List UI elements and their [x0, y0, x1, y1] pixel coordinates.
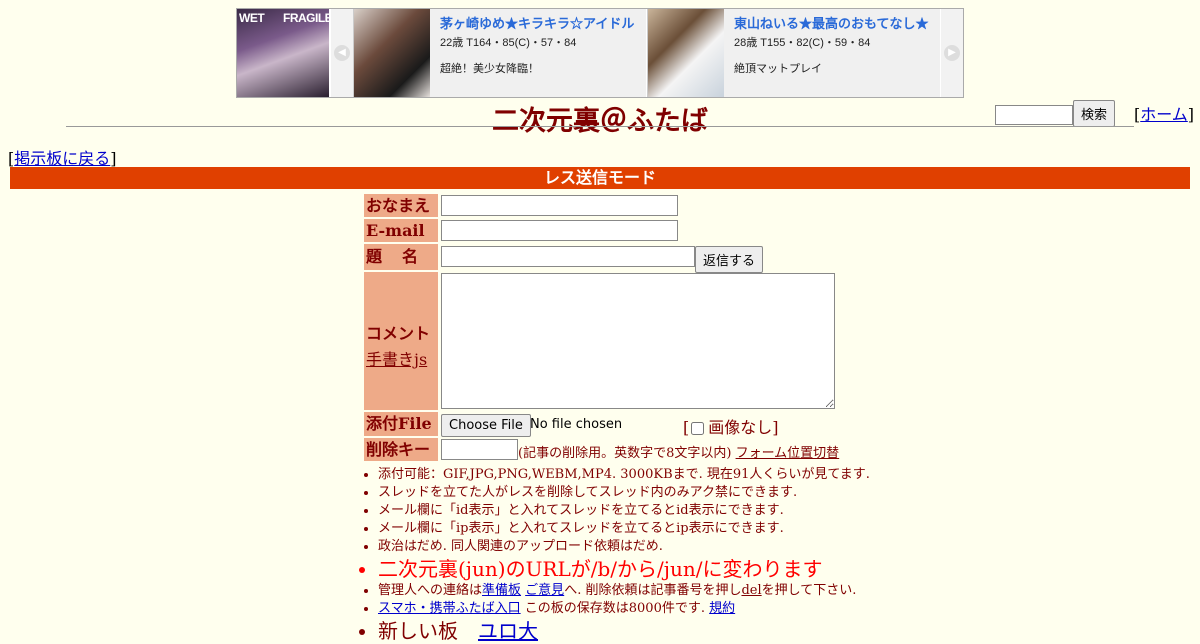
submit-reply-button[interactable]: 返信する: [695, 246, 764, 273]
url-change-notice: 二次元裏(jun)のURLが/b/から/jun/に変わります: [378, 556, 870, 582]
ad-item-photo: [648, 9, 724, 97]
admin-contact-item: 管理人への連絡は準備板 ご意見へ. 削除依頼は記事番号を押しdelを押して下さい…: [378, 582, 870, 600]
ad-prev-button[interactable]: ◀: [331, 9, 353, 97]
home-nav: [ホーム]: [1134, 105, 1195, 124]
email-input[interactable]: [441, 220, 678, 241]
email-label: E-mail: [364, 219, 438, 242]
admin-suffix: を押して下さい.: [761, 583, 857, 598]
ad-cover-word2: FRAGILE: [283, 11, 329, 25]
delete-key-hint: (記事の削除用。英数字で8文字以内): [518, 446, 732, 461]
ad-item-photo: [354, 9, 430, 97]
ad-cover-word1: WET: [239, 11, 265, 25]
file-label: 添付File: [364, 412, 438, 436]
terms-link[interactable]: 規約: [709, 601, 735, 616]
ad-item-name: 東山ねいる★最高のおもてなし★: [734, 16, 929, 31]
form-position-toggle-link[interactable]: フォーム位置切替: [736, 446, 840, 461]
junbi-board-link[interactable]: 準備板: [482, 583, 521, 598]
no-image-label: 画像なし: [708, 418, 773, 437]
ad-next-button[interactable]: ▶: [941, 9, 963, 97]
ad-item[interactable]: 東山ねいる★最高のおもてなし★ 28歳 T155・82(C)・59・84 絶頂マ…: [647, 9, 940, 97]
rules-list: 添付可能：GIF,JPG,PNG,WEBM,MP4. 3000KBまで. 現在9…: [360, 466, 870, 644]
back-nav: [掲示板に戻る]: [8, 149, 117, 168]
ad-cover-image[interactable]: WET FRAGILE: [237, 9, 329, 97]
mobile-entry-link[interactable]: スマホ・携帯ふたば入口: [378, 601, 521, 616]
delete-key-input[interactable]: [441, 439, 518, 460]
admin-middle: へ. 削除依頼は記事番号を押し: [564, 583, 742, 598]
ad-item-catch: 超絶！美少女降臨！: [440, 63, 539, 75]
name-input[interactable]: [441, 195, 678, 216]
mobile-entry-item: スマホ・携帯ふたば入口 この板の保存数は8000件です. 規約: [378, 600, 870, 618]
new-board-text: 新しい板: [378, 619, 458, 643]
search-button[interactable]: 検索: [1073, 100, 1116, 127]
list-item: 添付可能：GIF,JPG,PNG,WEBM,MP4. 3000KBまで. 現在9…: [378, 466, 870, 484]
no-image-option: [画像なし]: [683, 418, 779, 437]
ad-banner[interactable]: WET FRAGILE ◀ 茅ヶ崎ゆめ★キラキラ☆アイドル 22歳 T164・8…: [236, 8, 964, 98]
search-input[interactable]: [995, 104, 1073, 125]
tegaki-link[interactable]: 手書きjs: [366, 350, 427, 369]
new-board-link[interactable]: ユロ大: [478, 619, 538, 643]
retention-note: この板の保存数は8000件です.: [520, 601, 705, 616]
no-image-checkbox[interactable]: [691, 422, 705, 435]
admin-prefix: 管理人への連絡は: [378, 583, 483, 598]
feedback-link[interactable]: ご意見: [525, 583, 564, 598]
back-to-board-link[interactable]: 掲示板に戻る: [14, 149, 110, 168]
search-form: 検索: [995, 100, 1116, 127]
list-item: スレッドを立てた人がレスを削除してスレッド内のみアク禁にできます.: [378, 484, 870, 502]
ad-item-spec: 28歳 T155・82(C)・59・84: [734, 37, 871, 49]
delete-key-note: (記事の削除用。英数字で8文字以内) フォーム位置切替: [518, 442, 839, 461]
list-item: メール欄に「ip表示」と入れてスレッドを立てるとip表示にできます.: [378, 520, 870, 538]
choose-file-button[interactable]: Choose File: [441, 414, 531, 437]
new-board-item: 新しい板 ユロ大: [378, 618, 870, 644]
comment-label-cell: コメント 手書きjs: [364, 272, 438, 410]
chevron-right-icon: ▶: [944, 45, 960, 61]
ad-item-spec: 22歳 T164・85(C)・57・84: [440, 37, 577, 49]
name-label: おなまえ: [364, 194, 438, 217]
ad-item-catch: 絶頂マットプレイ: [734, 63, 822, 75]
mode-bar: レス送信モード: [10, 167, 1190, 189]
comment-textarea[interactable]: [441, 273, 835, 409]
ad-item-name: 茅ヶ崎ゆめ★キラキラ☆アイドル: [440, 16, 635, 31]
comment-label: コメント: [366, 324, 431, 343]
list-item: メール欄に「id表示」と入れてスレッドを立てるとid表示にできます.: [378, 502, 870, 520]
chevron-left-icon: ◀: [334, 45, 350, 61]
delete-key-label: 削除キー: [364, 438, 438, 461]
del-link[interactable]: del: [741, 583, 761, 598]
ad-item[interactable]: 茅ヶ崎ゆめ★キラキラ☆アイドル 22歳 T164・85(C)・57・84 超絶！…: [353, 9, 646, 97]
subject-input[interactable]: [441, 246, 695, 267]
home-link[interactable]: ホーム: [1140, 105, 1188, 124]
list-item: 政治はだめ. 同人関連のアップロード依頼はだめ.: [378, 538, 870, 556]
header-divider: [66, 126, 1134, 127]
file-status: No file chosen: [530, 417, 623, 432]
subject-label: 題 名: [364, 244, 438, 270]
